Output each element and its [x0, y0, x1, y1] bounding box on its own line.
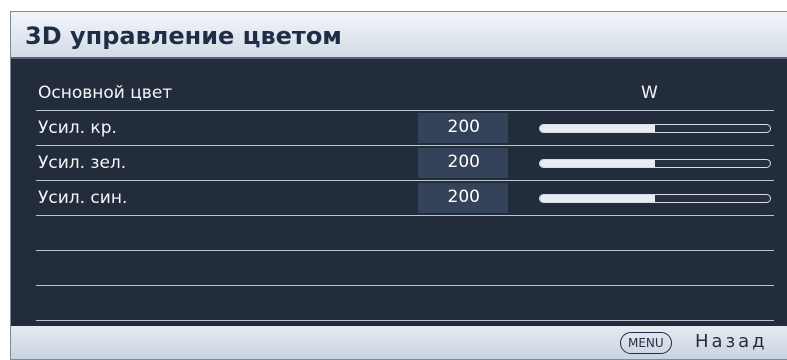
empty-menu-row	[36, 286, 774, 321]
title-bar: 3D управление цветом	[11, 12, 787, 59]
osd-screen: 3D управление цветом Основной цвет W Уси…	[10, 11, 787, 360]
menu-row-green-gain[interactable]: Усил. зел. 200	[36, 146, 774, 181]
green-gain-value-box: 200	[418, 148, 508, 178]
blue-gain-value-box: 200	[418, 183, 508, 213]
empty-menu-row	[36, 216, 774, 251]
page-title: 3D управление цветом	[25, 22, 342, 50]
green-gain-label: Усил. зел.	[38, 153, 127, 173]
menu-row-blue-gain[interactable]: Усил. син. 200	[36, 181, 774, 216]
menu-row-red-gain[interactable]: Усил. кр. 200	[36, 111, 774, 146]
red-gain-label: Усил. кр.	[38, 118, 117, 138]
blue-gain-label: Усил. син.	[38, 188, 128, 208]
back-label[interactable]: Назад	[695, 331, 768, 352]
menu-panel: Основной цвет W Усил. кр. 200 Усил. зел.…	[11, 59, 787, 326]
footer-bar: MENU Назад	[11, 326, 787, 359]
empty-menu-row	[36, 251, 774, 286]
green-gain-value: 200	[447, 152, 480, 172]
red-gain-value-box: 200	[418, 113, 508, 143]
blue-gain-value: 200	[447, 187, 480, 207]
red-gain-slider-fill	[540, 125, 655, 132]
green-gain-slider-fill	[540, 160, 655, 167]
blue-gain-slider-fill	[540, 195, 655, 202]
menu-row-primary-color[interactable]: Основной цвет W	[36, 76, 774, 111]
blue-gain-slider[interactable]	[539, 194, 771, 203]
primary-color-value: W	[641, 83, 658, 103]
menu-key-icon[interactable]: MENU	[620, 332, 672, 354]
red-gain-slider[interactable]	[539, 124, 771, 133]
green-gain-slider[interactable]	[539, 159, 771, 168]
red-gain-value: 200	[447, 117, 480, 137]
primary-color-label: Основной цвет	[38, 83, 173, 103]
